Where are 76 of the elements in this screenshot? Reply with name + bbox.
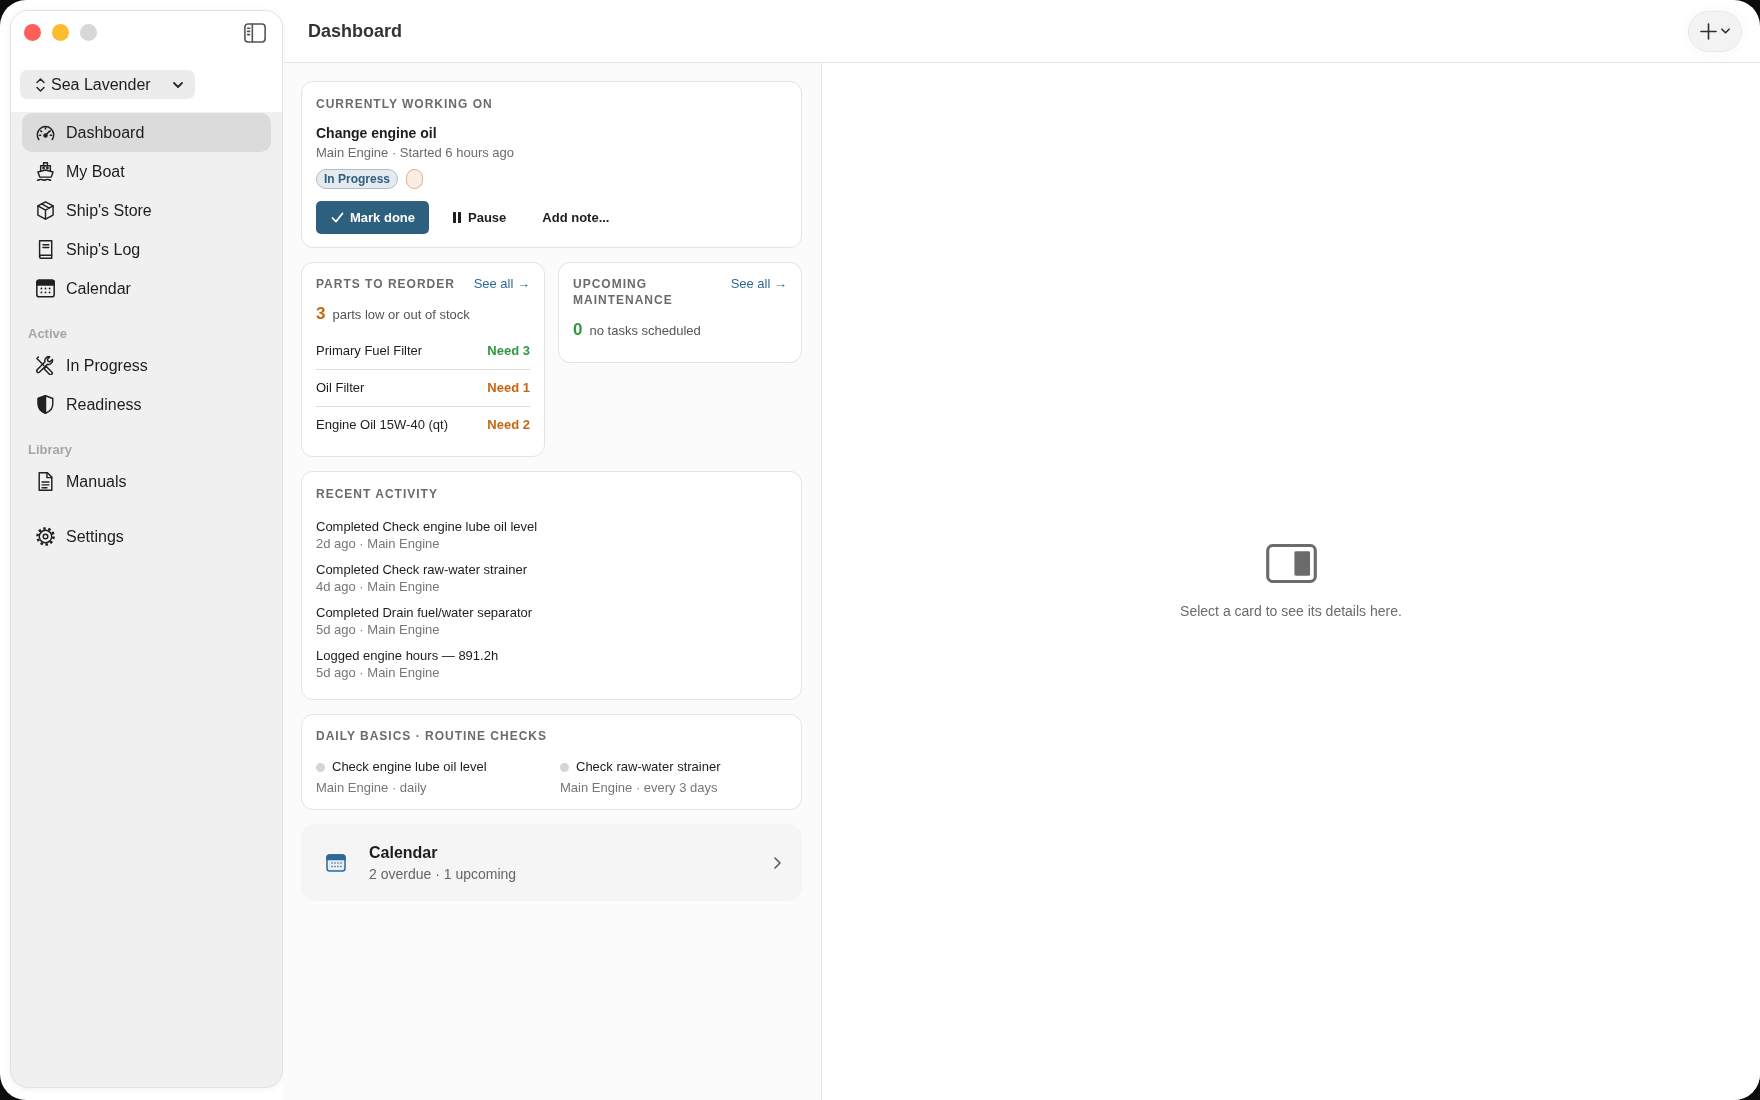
document-icon — [36, 472, 55, 491]
tools-icon — [36, 356, 55, 375]
status-dot-icon — [560, 762, 569, 772]
activity-title: Completed Drain fuel/water separator — [316, 604, 534, 621]
part-name: Oil Filter — [316, 379, 365, 397]
section-label: DAILY BASICS · ROUTINE CHECKS — [316, 728, 549, 744]
cube-icon — [36, 201, 55, 220]
gauge-icon — [36, 123, 55, 142]
check-meta: Main Engine · daily — [316, 779, 428, 797]
close-window-icon[interactable] — [24, 24, 41, 41]
section-label: PARTS TO REORDER — [316, 276, 456, 292]
activity-meta: 4d ago · Main Engine — [316, 578, 441, 595]
part-need: Need 2 — [487, 416, 530, 434]
check-meta: Main Engine · every 3 days — [560, 779, 719, 797]
sidebar-item[interactable]: Ship's Log — [22, 230, 271, 269]
minimize-window-icon[interactable] — [52, 24, 69, 41]
sidebar-item[interactable]: Dashboard — [22, 113, 271, 152]
count-text: parts low or out of stock — [332, 306, 470, 324]
sidebar-item[interactable]: Ship's Store — [22, 191, 271, 230]
sidebar-section-heading: Active — [28, 326, 69, 342]
pause-icon — [453, 212, 461, 223]
part-need: Need 1 — [487, 379, 530, 397]
count-number: 3 — [316, 304, 326, 324]
calendar-icon — [326, 853, 346, 872]
activity-meta: 5d ago · Main Engine — [316, 621, 441, 638]
task-title: Change engine oil — [316, 124, 438, 142]
gear-icon — [36, 527, 55, 546]
sidebar-toggle-icon[interactable] — [243, 22, 267, 43]
up-down-chevron-icon — [35, 76, 46, 93]
status-dot-icon — [316, 762, 325, 772]
shield-icon — [36, 395, 55, 414]
sidebar-item[interactable]: Calendar — [22, 269, 271, 308]
part-name: Engine Oil 15W-40 (qt) — [316, 416, 448, 434]
page-title: Dashboard — [308, 20, 403, 42]
count-text: no tasks scheduled — [589, 322, 701, 340]
activity-meta: 5d ago · Main Engine — [316, 664, 441, 681]
chevron-down-icon — [173, 81, 183, 88]
chevron-down-icon — [1721, 28, 1730, 34]
section-label: CURRENTLY WORKING ON — [316, 96, 494, 112]
check-title: Check engine lube oil level — [332, 758, 487, 776]
sidebar-item[interactable]: Settings — [22, 517, 271, 556]
vessel-picker[interactable]: Sea Lavender — [20, 70, 195, 99]
activity-title: Completed Check raw-water strainer — [316, 561, 528, 578]
count-number: 0 — [573, 320, 583, 340]
calendar-icon — [36, 279, 55, 298]
action-button[interactable]: Mark done — [316, 201, 429, 234]
section-label: RECENT ACTIVITY — [316, 486, 439, 502]
sidebar-item[interactable]: Manuals — [22, 462, 271, 501]
action-button[interactable]: Pause — [441, 201, 519, 234]
section-label: UPCOMING MAINTENANCE — [573, 276, 674, 308]
plus-icon — [1700, 22, 1717, 40]
ship-icon — [36, 162, 55, 181]
see-all-link[interactable]: See all → — [730, 276, 787, 292]
sidebar-section-heading: Library — [28, 442, 74, 458]
activity-meta: 2d ago · Main Engine — [316, 535, 441, 552]
activity-title: Completed Check engine lube oil level — [316, 518, 539, 535]
panel-layout-icon — [1265, 543, 1317, 583]
part-need: Need 3 — [487, 342, 530, 360]
add-button[interactable] — [1688, 10, 1742, 52]
calendar-title: Calendar — [369, 842, 439, 863]
book-icon — [36, 240, 55, 259]
calendar-meta: 2 overdue · 1 upcoming — [369, 864, 518, 883]
chevron-right-icon — [774, 856, 781, 869]
activity-title: Logged engine hours — 891.2h — [316, 647, 500, 664]
calendar-card[interactable]: Calendar 2 overdue · 1 upcoming — [301, 824, 802, 901]
sidebar-item[interactable]: My Boat — [22, 152, 271, 191]
sidebar-item[interactable]: In Progress — [22, 346, 271, 385]
action-button[interactable]: Add note... — [530, 201, 622, 234]
status-tag: In Progress — [316, 169, 399, 189]
check-icon — [331, 212, 344, 223]
task-meta: Main Engine · Started 6 hours ago — [316, 144, 515, 161]
sidebar-item[interactable]: Readiness — [22, 385, 271, 424]
check-title: Check raw-water strainer — [576, 758, 721, 776]
part-name: Primary Fuel Filter — [316, 342, 423, 360]
see-all-link[interactable]: See all → — [473, 276, 530, 292]
empty-message: Select a card to see its details here. — [1180, 601, 1402, 620]
